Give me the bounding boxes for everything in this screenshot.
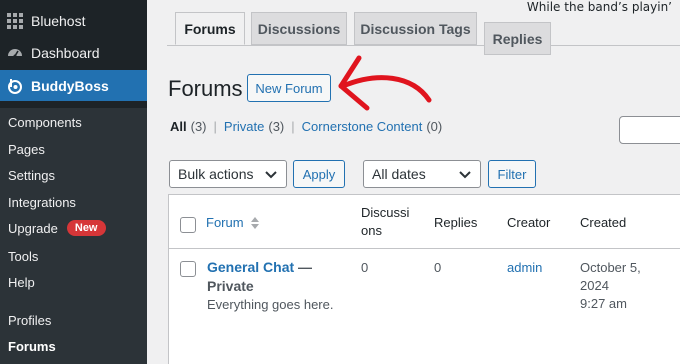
view-all[interactable]: All (170, 119, 187, 134)
sort-icon (250, 217, 259, 229)
submenu-item-integrations[interactable]: Integrations (8, 195, 76, 210)
created-line: October 5, (580, 260, 641, 275)
tab-forums[interactable]: Forums (175, 12, 245, 45)
column-label-line: Discussi (361, 205, 410, 220)
sidebar-item-label: BuddyBoss (31, 77, 109, 94)
tab-divider (167, 45, 680, 46)
tab-discussion-tags[interactable]: Discussion Tags (354, 12, 477, 45)
grid-icon (7, 13, 23, 29)
buddyboss-icon (7, 78, 23, 94)
sidebar-item-bluehost[interactable]: Bluehost (0, 5, 147, 37)
search-input[interactable] (619, 116, 680, 144)
bulk-actions-select[interactable]: Bulk actions (169, 160, 287, 188)
submenu-item-components[interactable]: Components (8, 115, 82, 130)
creator-link[interactable]: admin (507, 259, 542, 277)
submenu-item-label: Profiles (8, 313, 52, 328)
submenu-item-label: Tools (8, 249, 39, 264)
submenu-item-label: Pages (8, 142, 45, 157)
column-label-line: ons (361, 223, 382, 238)
submenu-item-label: Upgrade (8, 220, 58, 236)
dates-select[interactable]: All dates (363, 160, 481, 188)
apply-button[interactable]: Apply (293, 160, 345, 188)
submenu-item-label: Help (8, 275, 35, 290)
forums-table: Forum Discussi ons Replies Creator Creat… (168, 194, 680, 364)
row-checkbox[interactable] (180, 261, 196, 277)
submenu-item-tools[interactable]: Tools (8, 249, 38, 264)
view-count: (3) (268, 119, 285, 134)
submenu-item-settings[interactable]: Settings (8, 168, 55, 183)
submenu-item-forums[interactable]: Forums (8, 339, 56, 354)
admin-sidebar: Bluehost Dashboard BuddyBoss Components … (0, 0, 147, 364)
view-cornerstone-content[interactable]: Cornerstone Content (302, 119, 423, 134)
chevron-down-icon (459, 171, 471, 179)
view-filters: All (3) | Private (3) | Cornerstone Cont… (170, 119, 442, 134)
forum-title-link[interactable]: General Chat (207, 259, 294, 275)
dashboard-icon (7, 45, 23, 61)
created-line: 9:27 am (580, 296, 627, 311)
table-header-divider (169, 248, 680, 249)
forum-description: Everything goes here. (207, 297, 334, 312)
view-separator: | (291, 119, 295, 134)
select-value: All dates (372, 166, 426, 182)
created-line: 2024 (580, 278, 609, 293)
submenu-item-label: Integrations (8, 195, 76, 210)
submenu-item-label: Forums (8, 339, 56, 354)
annotation-arrow (338, 55, 432, 111)
created-date: October 5, 2024 9:27 am (580, 259, 641, 313)
view-private[interactable]: Private (224, 119, 264, 134)
submenu-item-pages[interactable]: Pages (8, 142, 45, 157)
submenu-item-label: Settings (8, 168, 55, 183)
replies-count: 0 (434, 260, 442, 275)
new-badge: New (66, 220, 106, 236)
hello-dolly-lyric: While the band’s playin’ (526, 0, 672, 14)
main-content: While the band’s playin’ Forums Discussi… (147, 0, 680, 364)
column-forum-sort[interactable]: Forum (206, 214, 261, 232)
column-creator: Creator (507, 215, 551, 230)
buddyboss-submenu: Components Pages Settings Integrations U… (0, 108, 147, 364)
column-created: Created (580, 215, 627, 230)
sidebar-item-dashboard[interactable]: Dashboard (0, 37, 147, 69)
tab-replies[interactable]: Replies (484, 22, 551, 55)
page-title: Forums (168, 76, 243, 101)
filter-button[interactable]: Filter (488, 160, 536, 188)
discussions-count: 0 (361, 260, 369, 275)
sidebar-item-buddyboss[interactable]: BuddyBoss (0, 70, 147, 101)
sidebar-item-label: Bluehost (31, 13, 86, 29)
submenu-item-label: Components (8, 115, 82, 130)
submenu-item-profiles[interactable]: Profiles (8, 313, 51, 328)
column-discussions: Discussi ons (361, 204, 409, 240)
column-forum-label: Forum (206, 215, 244, 230)
view-count: (0) (426, 119, 443, 134)
submenu-item-upgrade[interactable]: Upgrade New (8, 220, 106, 236)
submenu-item-help[interactable]: Help (8, 275, 35, 290)
view-separator: | (213, 119, 217, 134)
table-row-title: General Chat — Private (207, 258, 347, 296)
sidebar-item-label: Dashboard (31, 45, 100, 61)
chevron-down-icon (265, 171, 277, 179)
tab-discussions[interactable]: Discussions (251, 12, 347, 45)
view-count: (3) (190, 119, 207, 134)
column-replies: Replies (434, 215, 478, 230)
select-value: Bulk actions (178, 166, 254, 182)
select-all-checkbox[interactable] (180, 217, 196, 233)
